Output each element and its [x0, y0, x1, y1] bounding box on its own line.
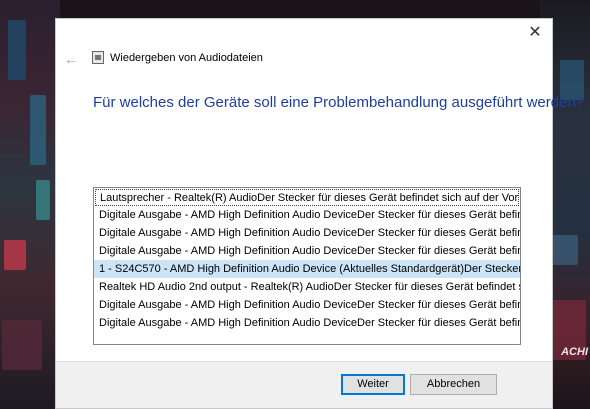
device-list-item[interactable]: Digitale Ausgabe - AMD High Definition A… [94, 314, 520, 332]
neon-light [36, 180, 50, 220]
wallpaper-sign: ACHI [561, 346, 588, 358]
troubleshooter-icon [92, 51, 104, 64]
dialog-title-row: Wiedergeben von Audiodateien [92, 51, 263, 64]
back-arrow-icon[interactable]: ← [64, 51, 82, 67]
device-list[interactable]: Lautsprecher - Realtek(R) AudioDer Steck… [93, 187, 521, 345]
dialog-footer: Weiter Abbrechen [56, 361, 552, 408]
device-list-item-selected[interactable]: 1 - S24C570 - AMD High Definition Audio … [94, 260, 520, 278]
close-button[interactable]: ✕ [524, 23, 546, 43]
page-question: Für welches der Geräte soll eine Problem… [93, 94, 585, 111]
dialog-title: Wiedergeben von Audiodateien [110, 51, 263, 64]
cancel-button[interactable]: Abbrechen [410, 374, 497, 395]
troubleshooter-dialog: ✕ ← Wiedergeben von Audiodateien Für wel… [55, 18, 584, 409]
device-list-item[interactable]: Digitale Ausgabe - AMD High Definition A… [94, 242, 520, 260]
neon-light [30, 95, 46, 165]
device-list-item[interactable]: Digitale Ausgabe - AMD High Definition A… [94, 206, 520, 224]
neon-light [8, 20, 26, 80]
device-list-item[interactable]: Lautsprecher - Realtek(R) AudioDer Steck… [95, 189, 519, 206]
next-button[interactable]: Weiter [341, 374, 405, 395]
neon-light [2, 320, 42, 370]
device-list-item[interactable]: Digitale Ausgabe - AMD High Definition A… [94, 296, 520, 314]
neon-light [4, 240, 26, 270]
device-list-item[interactable]: Realtek HD Audio 2nd output - Realtek(R)… [94, 278, 520, 296]
device-list-item[interactable]: Digitale Ausgabe - AMD High Definition A… [94, 224, 520, 242]
